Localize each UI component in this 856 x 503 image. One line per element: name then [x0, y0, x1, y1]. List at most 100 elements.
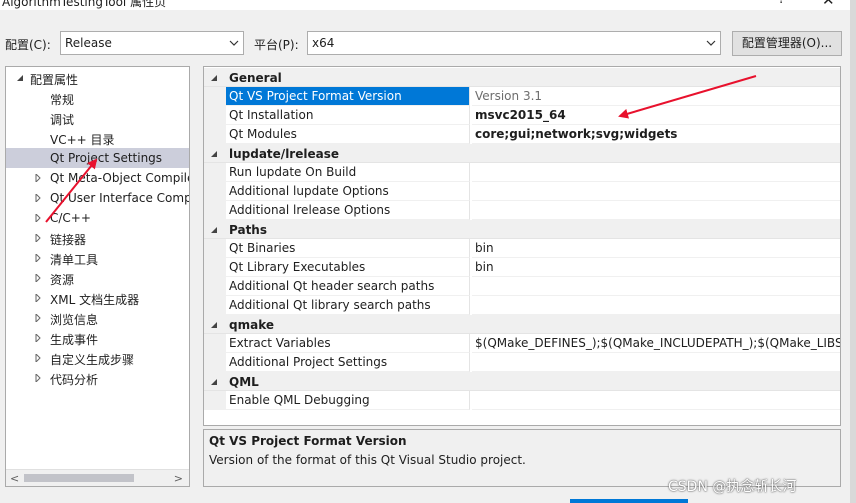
tree-item-label: 自定义生成步骤	[50, 353, 135, 367]
grid-category[interactable]: General	[204, 68, 840, 87]
tree-item[interactable]: C/C++	[6, 208, 189, 228]
expand-right-icon[interactable]	[34, 274, 42, 282]
collapse-icon[interactable]	[210, 226, 218, 234]
property-name: Additional lupdate Options	[226, 182, 470, 201]
tree-item-label: C/C++	[50, 211, 91, 225]
property-name: Qt Modules	[226, 125, 470, 144]
property-value[interactable]	[472, 163, 840, 182]
tree-item-root[interactable]: 配置属性	[6, 68, 189, 88]
property-value[interactable]: msvc2015_64	[472, 106, 840, 125]
tree-item[interactable]: Qt Project Settings	[6, 148, 189, 168]
tree-item[interactable]: Qt Meta-Object Compile	[6, 168, 189, 188]
tree-item[interactable]: 代码分析	[6, 368, 189, 388]
property-value[interactable]	[472, 182, 840, 201]
grid-category[interactable]: qmake	[204, 315, 840, 334]
tree-item-label: 浏览信息	[50, 313, 99, 327]
property-name: Qt Library Executables	[226, 258, 470, 277]
platform-dropdown[interactable]: x64	[307, 31, 721, 55]
row-gutter	[204, 125, 226, 144]
grid-category[interactable]: QML	[204, 372, 840, 391]
row-gutter	[204, 334, 226, 353]
tree-item[interactable]: 资源	[6, 268, 189, 288]
tree-item[interactable]: 常规	[6, 88, 189, 108]
grid-category[interactable]: Paths	[204, 220, 840, 239]
property-row[interactable]: Run lupdate On Build	[204, 163, 840, 182]
row-gutter	[204, 201, 226, 220]
tree-item[interactable]: 自定义生成步骤	[6, 348, 189, 368]
collapse-icon[interactable]	[210, 74, 218, 82]
expand-right-icon[interactable]	[34, 374, 42, 382]
row-gutter	[204, 353, 226, 372]
tree-item-label: 链接器	[50, 233, 87, 247]
property-row[interactable]: Additional lupdate Options	[204, 182, 840, 201]
expand-right-icon[interactable]	[34, 254, 42, 262]
scroll-left-icon[interactable]: <	[10, 472, 19, 485]
property-row[interactable]: Qt Installation msvc2015_64	[204, 106, 840, 125]
tree-item[interactable]: 链接器	[6, 228, 189, 248]
expand-right-icon[interactable]	[34, 234, 42, 242]
property-value[interactable]	[472, 277, 840, 296]
tree-item[interactable]: Qt User Interface Comp	[6, 188, 189, 208]
property-row[interactable]: Qt Modules core;gui;network;svg;widgets	[204, 125, 840, 144]
grid-category[interactable]: lupdate/lrelease	[204, 144, 840, 163]
collapse-icon[interactable]	[210, 150, 218, 158]
tree-item-label: 常规	[50, 93, 75, 107]
expand-down-icon[interactable]	[16, 74, 24, 82]
property-name: Qt Binaries	[226, 239, 470, 258]
property-value[interactable]: bin	[472, 239, 840, 258]
expand-right-icon[interactable]	[34, 314, 42, 322]
tree-item[interactable]: 调试	[6, 108, 189, 128]
close-button[interactable]: ✕	[822, 0, 835, 9]
expand-right-icon[interactable]	[34, 354, 42, 362]
collapse-icon[interactable]	[210, 321, 218, 329]
property-value[interactable]: core;gui;network;svg;widgets	[472, 125, 840, 144]
property-value[interactable]	[472, 353, 840, 372]
tree-item-label: Qt User Interface Comp	[50, 191, 190, 205]
property-row[interactable]: Enable QML Debugging	[204, 391, 840, 410]
row-gutter	[204, 106, 226, 125]
expand-right-icon[interactable]	[34, 334, 42, 342]
help-button[interactable]: ?	[778, 0, 785, 7]
property-value[interactable]	[472, 391, 840, 410]
tree-item[interactable]: 浏览信息	[6, 308, 189, 328]
property-row[interactable]: Additional Project Settings	[204, 353, 840, 372]
property-row[interactable]: Qt Library Executables bin	[204, 258, 840, 277]
platform-label: 平台(P):	[254, 38, 299, 52]
tree-item-label: 配置属性	[30, 73, 79, 87]
property-grid: General Qt VS Project Format Version Versi…	[203, 66, 841, 426]
property-tree: 配置属性常规 调试 VC++ 目录 Qt Project Settings Qt Met…	[5, 66, 190, 487]
configuration-manager-button[interactable]: 配置管理器(O)...	[732, 31, 842, 56]
tree-item[interactable]: 生成事件	[6, 328, 189, 348]
property-row[interactable]: Extract Variables $(QMake_DEFINES_);$(QMa…	[204, 334, 840, 353]
expand-right-icon[interactable]	[34, 174, 42, 182]
tree-item-label: 清单工具	[50, 253, 99, 267]
property-value[interactable]: Version 3.1	[472, 87, 840, 106]
property-name: Enable QML Debugging	[226, 391, 470, 410]
tree-item[interactable]: 清单工具	[6, 248, 189, 268]
property-row[interactable]: Additional lrelease Options	[204, 201, 840, 220]
property-row[interactable]: Qt VS Project Format Version Version 3.1	[204, 87, 840, 106]
property-name: Qt VS Project Format Version	[226, 87, 470, 106]
property-value[interactable]	[472, 201, 840, 220]
tree-item-label: Qt Meta-Object Compile	[50, 171, 190, 185]
expand-right-icon[interactable]	[34, 194, 42, 202]
tree-item[interactable]: VC++ 目录	[6, 128, 189, 148]
property-value[interactable]: bin	[472, 258, 840, 277]
collapse-icon[interactable]	[210, 378, 218, 386]
tree-item-label: Qt Project Settings	[50, 151, 163, 165]
ok-button-edge[interactable]	[570, 499, 688, 503]
scroll-right-icon[interactable]: >	[174, 472, 183, 485]
expand-right-icon[interactable]	[34, 214, 42, 222]
property-row[interactable]: Additional Qt header search paths	[204, 277, 840, 296]
property-value[interactable]: $(QMake_DEFINES_);$(QMake_INCLUDEPATH_);…	[472, 334, 840, 353]
tree-horizontal-scrollbar[interactable]: < >	[6, 469, 189, 486]
scrollbar-thumb[interactable]	[24, 474, 134, 482]
property-row[interactable]: Additional Qt library search paths	[204, 296, 840, 315]
row-gutter	[204, 391, 226, 410]
property-row[interactable]: Qt Binaries bin	[204, 239, 840, 258]
description-text: Version of the format of this Qt Visual …	[209, 453, 526, 467]
expand-right-icon[interactable]	[34, 294, 42, 302]
tree-item[interactable]: XML 文档生成器	[6, 288, 189, 308]
configuration-dropdown[interactable]: Release	[60, 31, 244, 55]
property-value[interactable]	[472, 296, 840, 315]
